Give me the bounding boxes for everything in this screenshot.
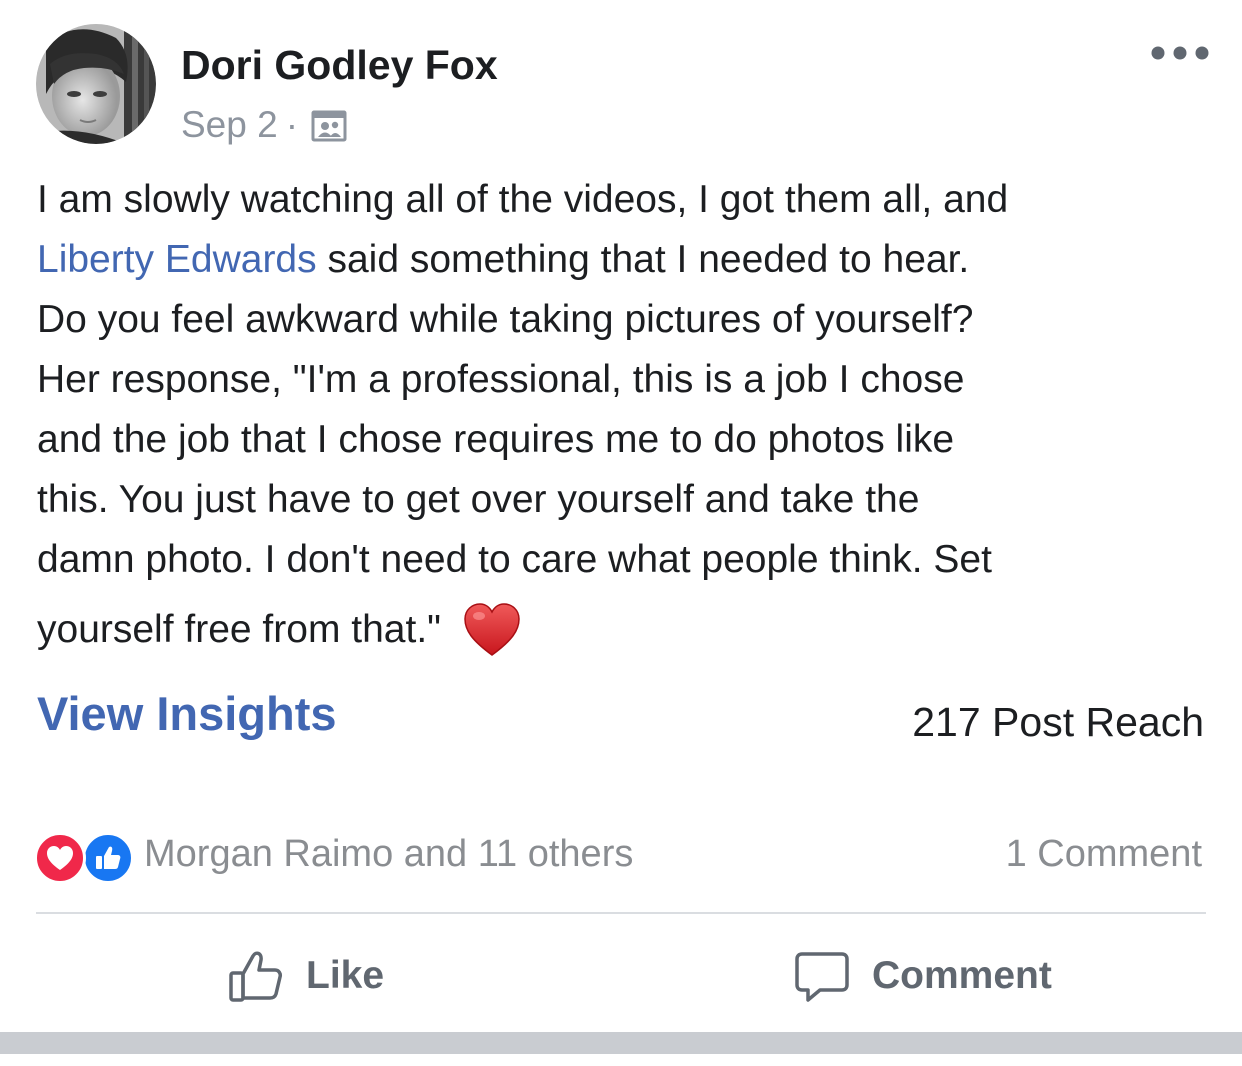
- like-reaction-icon: [82, 832, 134, 884]
- post-text-line: damn photo. I don't need to care what pe…: [37, 538, 992, 581]
- like-label: Like: [306, 954, 385, 997]
- divider: [36, 912, 1206, 914]
- thumbs-up-icon: [229, 951, 282, 1002]
- post-text-line: this. You just have to get over yourself…: [37, 478, 920, 521]
- comment-bubble-icon: [795, 952, 849, 1002]
- mention-link[interactable]: Liberty Edwards: [37, 238, 317, 281]
- author-name[interactable]: Dori Godley Fox: [181, 40, 498, 90]
- post-text-fragment: yourself free from that.": [37, 608, 441, 651]
- action-bar: Like Comment: [0, 936, 1242, 1016]
- comment-label: Comment: [872, 954, 1052, 997]
- comment-button[interactable]: Comment: [794, 936, 1052, 1016]
- red-heart-emoji: [464, 603, 520, 656]
- post-text-line: Her response, "I'm a professional, this …: [37, 358, 965, 401]
- comment-count[interactable]: 1 Comment: [1006, 826, 1202, 882]
- reactions-summary[interactable]: Morgan Raimo and 11 others: [34, 826, 634, 884]
- post-card: Dori Godley Fox Sep 2 · I am slowly watc…: [0, 0, 1242, 1066]
- love-reaction-icon: [34, 832, 86, 884]
- like-button[interactable]: Like: [228, 936, 384, 1016]
- post-text-line: and the job that I chose requires me to …: [37, 418, 955, 461]
- author-avatar[interactable]: [36, 24, 156, 144]
- post-text-line: I am slowly watching all of the videos, …: [37, 178, 1009, 221]
- group-privacy-icon[interactable]: [310, 106, 348, 144]
- reaction-icons: [34, 828, 134, 884]
- post-text: I am slowly watching all of the videos, …: [37, 170, 1217, 670]
- post-text-line: yourself free from that.": [37, 590, 1217, 670]
- avatar-photo: [36, 24, 156, 144]
- post-text-line: Liberty Edwards said something that I ne…: [37, 230, 1217, 290]
- post-meta: Sep 2 ·: [181, 100, 348, 150]
- more-horizontal-icon[interactable]: [1148, 36, 1212, 70]
- post-reach-count: 217 Post Reach: [912, 699, 1204, 745]
- reactions-text: Morgan Raimo and 11 others: [144, 832, 634, 875]
- post-text-line: Do you feel awkward while taking picture…: [37, 298, 974, 341]
- post-text-fragment: said something that I needed to hear.: [327, 238, 970, 281]
- feed-separator: [0, 1032, 1242, 1054]
- meta-separator: ·: [285, 104, 299, 145]
- view-insights-link[interactable]: View Insights: [37, 684, 337, 744]
- post-date[interactable]: Sep 2: [181, 104, 278, 146]
